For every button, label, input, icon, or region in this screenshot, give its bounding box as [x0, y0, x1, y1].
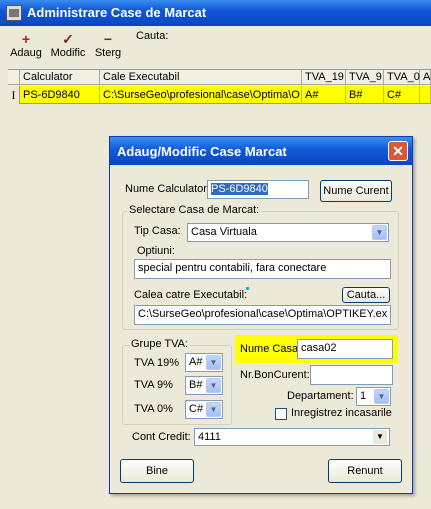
chevron-down-icon[interactable]: ▼ [372, 225, 387, 240]
cell-tva9[interactable]: B# [346, 86, 384, 104]
nr-bon-curent-label: Nr.BonCurent: [240, 369, 310, 381]
nume-casa-label: Nume Casa: [240, 343, 302, 355]
plus-icon: + [21, 31, 31, 47]
nume-calculator-input[interactable]: PS-6D9840 [207, 180, 309, 199]
edit-button[interactable]: ✓ Modific [48, 31, 88, 59]
table-row[interactable]: I PS-6D9840 C:\SurseGeo\profesional\case… [8, 86, 431, 104]
check-icon: ✓ [62, 31, 74, 47]
chevron-down-icon[interactable]: ▼ [374, 389, 389, 404]
cell-calculator[interactable]: PS-6D9840 [20, 86, 100, 104]
dialog-title: Adaug/Modific Case Marcat [117, 144, 287, 159]
renunt-button[interactable]: Renunt [328, 459, 402, 483]
window-title: Administrare Case de Marcat [27, 5, 207, 20]
nume-curent-button[interactable]: Nume Curent [320, 180, 392, 202]
row-cursor-icon: I [8, 86, 20, 104]
grupe-tva-legend: Grupe TVA: [129, 338, 191, 350]
cell-a[interactable] [420, 86, 431, 104]
tva9-label: TVA 9% [134, 379, 173, 391]
inregistrez-label: Inregistrez incasarile [291, 407, 392, 419]
column-header-a[interactable]: A [420, 70, 431, 85]
window-title-bar: Administrare Case de Marcat [0, 0, 431, 26]
cont-credit-dropdown[interactable]: 4111 ▼ [194, 428, 390, 446]
optiuni-label: Optiuni: [137, 245, 175, 257]
calea-executabil-input[interactable]: C:\SurseGeo\profesional\case\Optima\OPTI… [134, 305, 391, 325]
minus-icon: − [103, 31, 113, 47]
add-label: Adaug [10, 47, 42, 59]
nume-casa-input[interactable]: casa02 [297, 339, 393, 359]
cell-cale-executabil[interactable]: C:\SurseGeo\profesional\case\Optima\O [100, 86, 302, 104]
delete-button[interactable]: − Sterg [92, 31, 124, 59]
close-icon[interactable]: ✕ [388, 141, 408, 161]
chevron-down-icon[interactable]: ▼ [206, 402, 221, 417]
cauta-button[interactable]: Cauta... [342, 287, 390, 303]
column-header-tva0[interactable]: TVA_0 [384, 70, 420, 85]
nr-bon-curent-input[interactable] [310, 365, 393, 385]
selectare-casa-legend: Selectare Casa de Marcat: [127, 204, 262, 216]
delete-label: Sterg [94, 47, 122, 59]
tva9-dropdown[interactable]: B# ▼ [185, 376, 223, 395]
column-header-tva19[interactable]: TVA_19 [302, 70, 346, 85]
required-dot-icon [246, 287, 249, 290]
cell-tva0[interactable]: C# [384, 86, 420, 104]
departament-dropdown[interactable]: 1 ▼ [356, 387, 391, 406]
tva19-label: TVA 19% [134, 357, 180, 369]
chevron-down-icon[interactable]: ▼ [206, 355, 221, 370]
tip-casa-label: Tip Casa: [134, 225, 181, 237]
edit-dialog: Adaug/Modific Case Marcat ✕ Nume Calcula… [109, 136, 413, 494]
bine-button[interactable]: Bine [120, 459, 194, 483]
tva0-dropdown[interactable]: C# ▼ [185, 400, 223, 419]
tva0-label: TVA 0% [134, 403, 173, 415]
chevron-down-icon[interactable]: ▼ [206, 378, 221, 393]
chevron-down-icon[interactable]: ▼ [373, 430, 387, 444]
departament-label: Departament: [287, 390, 354, 402]
tip-casa-dropdown[interactable]: Casa Virtuala ▼ [187, 223, 389, 242]
calea-executabil-label: Calea catre Executabil: [134, 289, 248, 301]
edit-label: Modific [50, 47, 86, 59]
cont-credit-label: Cont Credit: [132, 431, 191, 443]
inregistrez-checkbox[interactable] [275, 408, 287, 420]
optiuni-input[interactable]: special pentru contabili, fara conectare [134, 259, 391, 279]
tva19-dropdown[interactable]: A# ▼ [185, 353, 223, 372]
column-header-tva9[interactable]: TVA_9 [346, 70, 384, 85]
row-indicator-header [8, 70, 20, 85]
dialog-title-bar: Adaug/Modific Case Marcat ✕ [110, 137, 412, 165]
search-label: Cauta: [136, 30, 169, 42]
cell-tva19[interactable]: A# [302, 86, 346, 104]
add-button[interactable]: + Adaug [8, 31, 44, 59]
grid-header: Calculator Cale Executabil TVA_19 TVA_9 … [8, 69, 431, 85]
column-header-cale-executabil[interactable]: Cale Executabil [100, 70, 302, 85]
column-header-calculator[interactable]: Calculator [20, 70, 100, 85]
app-icon [6, 5, 22, 21]
nume-calculator-label: Nume Calculator: [125, 183, 210, 195]
